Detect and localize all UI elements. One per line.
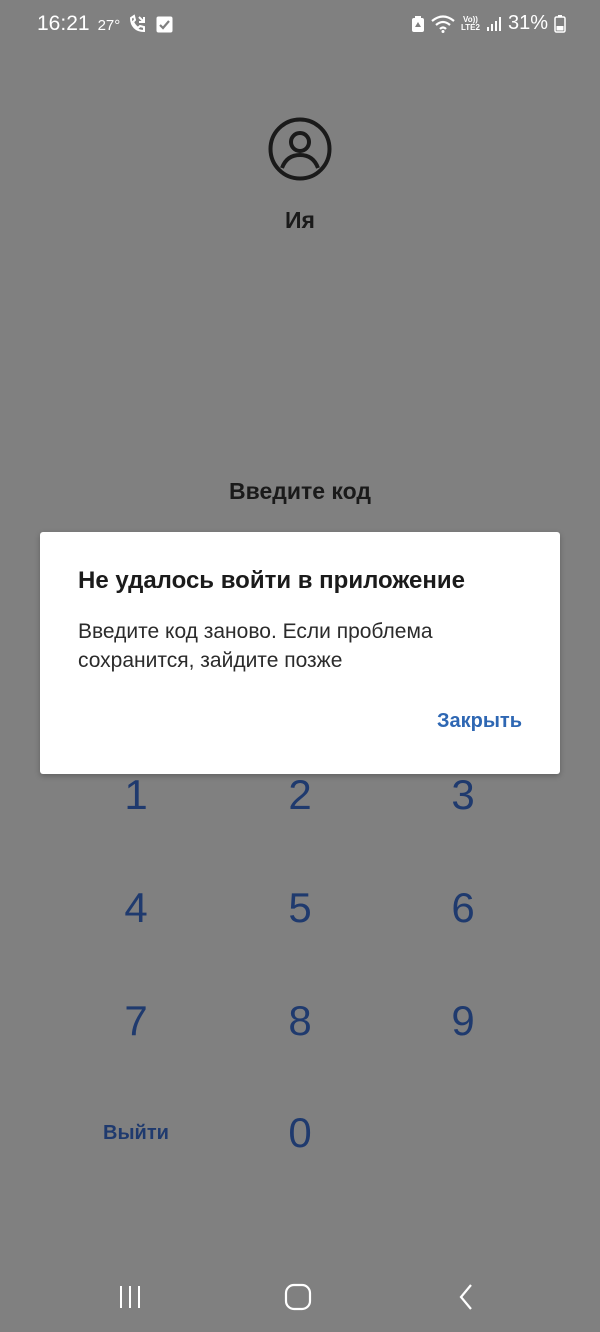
wifi-icon	[431, 14, 455, 33]
profile: Ия	[0, 117, 600, 234]
back-icon[interactable]	[446, 1280, 486, 1314]
status-right: Vo)) LTE2 31%	[411, 12, 566, 35]
battery-saver-icon	[411, 15, 425, 33]
logout-button[interactable]: Выйти	[76, 1093, 196, 1173]
enter-code-prompt: Введите код	[229, 478, 371, 504]
recent-apps-icon[interactable]	[110, 1280, 150, 1314]
battery-icon	[554, 14, 566, 33]
key-8[interactable]: 8	[240, 981, 360, 1061]
dialog-message: Введите код заново. Если проблема сохран…	[78, 620, 433, 672]
dialog-title: Не удалось войти в приложение	[78, 567, 465, 594]
key-4[interactable]: 4	[76, 868, 196, 948]
profile-name: Ия	[285, 207, 315, 233]
status-temperature: 27°	[97, 16, 121, 34]
status-bar: 16:21 27° Vo)) LTE2 31%	[0, 0, 600, 48]
status-time: 16:21	[37, 12, 90, 35]
volte-icon: Vo)) LTE2	[461, 15, 480, 32]
user-circle-icon	[268, 117, 332, 181]
home-icon[interactable]	[278, 1280, 318, 1314]
volte-bottom-label: LTE2	[461, 22, 480, 32]
dialog-close-button[interactable]: Закрыть	[437, 710, 522, 733]
signal-icon	[486, 16, 502, 32]
missed-call-icon	[128, 14, 148, 34]
key-0[interactable]: 0	[240, 1093, 360, 1173]
battery-percent: 31%	[507, 12, 548, 34]
key-6[interactable]: 6	[403, 868, 523, 948]
error-dialog: Не удалось войти в приложение Введите ко…	[40, 532, 560, 774]
checkbox-icon	[156, 16, 173, 33]
status-left: 16:21 27°	[37, 12, 173, 36]
key-7[interactable]: 7	[76, 981, 196, 1061]
navigation-bar	[0, 1262, 600, 1332]
key-9[interactable]: 9	[403, 981, 523, 1061]
key-5[interactable]: 5	[240, 868, 360, 948]
